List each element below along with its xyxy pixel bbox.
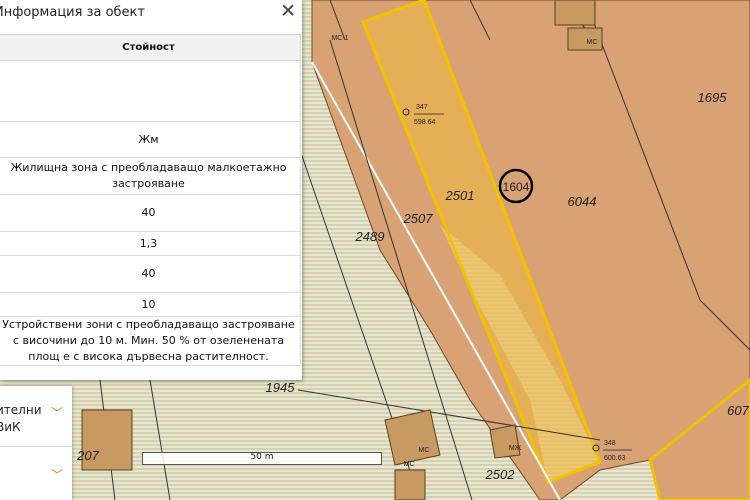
layers-menu: ителни ВиК ﹀ ﹀ — [0, 386, 72, 500]
table-row: 40 — [0, 255, 301, 293]
survey-point-348-height: 600.63 — [604, 455, 626, 462]
building-label: МС-1 — [331, 35, 348, 42]
table-row: Жилищна зона с преобладаващо малкоетажно… — [0, 157, 301, 195]
scale-label: 50 m — [250, 452, 274, 462]
parcel-207-label: 207 — [76, 448, 99, 463]
table-cell: 1,3 — [0, 231, 301, 256]
menu-item-label[interactable]: ВиК — [0, 420, 21, 434]
object-info-panel: Информация за обект ✕ Стойност Жм Жилищн… — [0, 0, 302, 380]
building-label: МС — [419, 447, 430, 454]
table-row: 1,3 — [0, 231, 301, 256]
building-label: МС — [404, 461, 415, 468]
menu-divider — [0, 446, 72, 447]
building-label: МЖ — [509, 445, 522, 452]
survey-point-347-height: 598.64 — [414, 119, 436, 126]
parcel-607-label: 607 — [727, 403, 749, 418]
parcel-1695-label: 1695 — [698, 90, 728, 105]
parcel-2502-label: 2502 — [485, 467, 516, 482]
table-cell — [0, 60, 301, 122]
attribute-table: Стойност Жм Жилищна зона с преобладаващо… — [0, 34, 301, 366]
parcel-2489-label: 2489 — [355, 229, 385, 244]
table-row — [0, 60, 301, 122]
table-row: 40 — [0, 194, 301, 232]
close-icon[interactable]: ✕ — [280, 1, 296, 21]
table-row: 10 — [0, 292, 301, 317]
menu-item-label[interactable]: ителни — [0, 403, 42, 417]
parcel-6044-label: 6044 — [568, 194, 597, 209]
parcel-1945-label: 1945 — [266, 380, 296, 395]
chevron-down-icon[interactable]: ﹀ — [51, 404, 63, 421]
parcel-1604-label: 1604 — [503, 180, 530, 194]
table-cell: Устройствени зони с преобладаващо застро… — [0, 316, 301, 366]
chevron-down-icon[interactable]: ﹀ — [51, 466, 63, 483]
table-header-row: Стойност — [0, 34, 301, 61]
table-row: Устройствени зони с преобладаващо застро… — [0, 316, 301, 366]
parcel-2507-label: 2507 — [403, 211, 434, 226]
table-cell: Жилищна зона с преобладаващо малкоетажно… — [0, 157, 301, 195]
column-header-value: Стойност — [0, 34, 301, 61]
table-cell: 40 — [0, 194, 301, 232]
table-cell: Жм — [0, 121, 301, 158]
scale-bar: 50 m — [142, 452, 382, 465]
panel-header: Информация за обект ✕ — [0, 0, 302, 26]
survey-point-348-number: 348 — [604, 440, 616, 447]
parcel-2501-label: 2501 — [445, 188, 475, 203]
table-cell: 10 — [0, 292, 301, 317]
building-label: МС — [587, 39, 598, 46]
survey-point-347-number: 347 — [416, 104, 428, 111]
table-row: Жм — [0, 121, 301, 158]
table-cell: 40 — [0, 255, 301, 293]
panel-title: Информация за обект — [0, 5, 145, 20]
